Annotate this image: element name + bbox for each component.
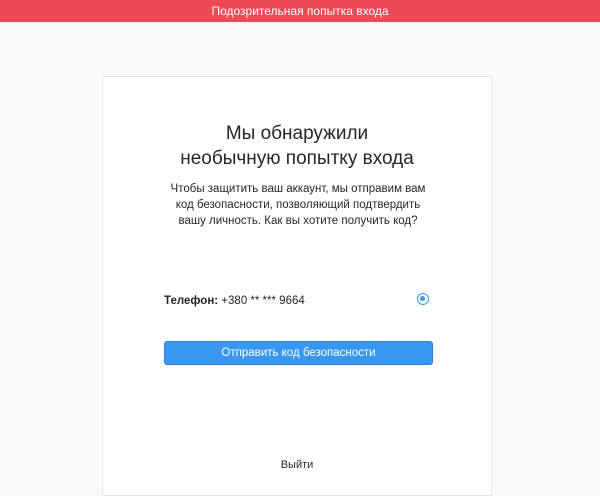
description-line-2: код безопасности, позволяющий подтвердит…	[175, 199, 421, 211]
banner-text: Подозрительная попытка входа	[211, 4, 389, 18]
phone-option-value: +380 ** *** 9664	[221, 295, 305, 307]
send-security-code-button[interactable]: Отправить код безопасности	[164, 341, 433, 365]
page-title-line-1: Мы обнаружили	[225, 123, 369, 144]
phone-option[interactable]: Телефон: +380 ** *** 9664	[164, 291, 434, 311]
verification-card: Мы обнаружили необычную попытку входа Чт…	[102, 76, 492, 496]
phone-option-type: Телефон:	[164, 295, 219, 307]
logout-link[interactable]: Выйти	[103, 458, 491, 472]
page-title-line-2: необычную попытку входа	[180, 148, 414, 169]
page-title: Мы обнаружили необычную попытку входа	[103, 121, 491, 171]
description-line-3: вашу личность. Как вы хотите получить ко…	[178, 215, 418, 227]
description-text: Чтобы защитить ваш аккаунт, мы отправим …	[148, 181, 448, 229]
description-line-1: Чтобы защитить ваш аккаунт, мы отправим …	[170, 183, 426, 195]
phone-radio-button[interactable]	[417, 293, 429, 305]
phone-option-label: Телефон: +380 ** *** 9664	[164, 293, 305, 309]
suspicious-login-banner: Подозрительная попытка входа	[0, 0, 600, 22]
